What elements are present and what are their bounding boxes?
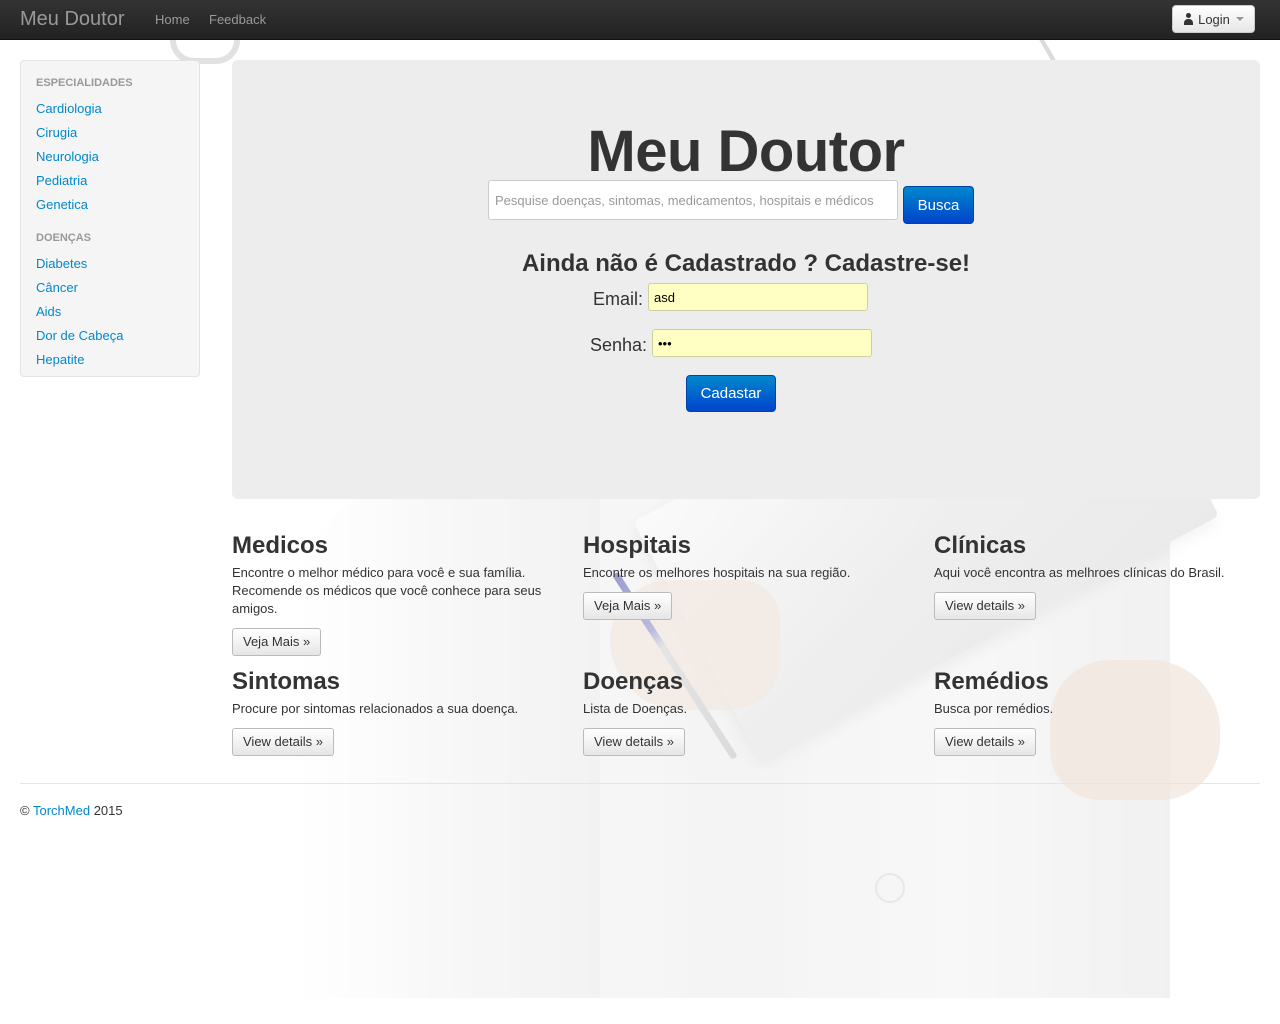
feature-text: Busca por remédios. (934, 701, 1054, 716)
feature-medicos: Medicos Encontre o melhor médico para vo… (232, 532, 562, 656)
feature-hospitais-button[interactable]: Veja Mais » (583, 592, 673, 620)
feature-text: Encontre os melhores hospitais na sua re… (583, 565, 851, 580)
feature-clinicas: Clínicas Aqui você encontra as melhroes … (934, 532, 1264, 620)
feature-title: Sintomas (232, 668, 341, 695)
search-input[interactable] (488, 180, 898, 220)
sidebar-item-cirugia[interactable]: Cirugia (36, 121, 199, 145)
sidebar-item-aids[interactable]: Aids (36, 300, 199, 324)
email-field[interactable] (648, 283, 868, 311)
feature-remedios-button[interactable]: View details » (934, 728, 1036, 756)
hero-unit: Meu Doutor Busca Ainda não é Cadastrado … (232, 60, 1260, 499)
password-field[interactable] (652, 329, 872, 357)
feature-title: Doenças (583, 668, 684, 695)
feature-title: Medicos (232, 532, 329, 559)
login-dropdown-button[interactable]: Login (1172, 5, 1255, 33)
feature-sintomas-button[interactable]: View details » (232, 728, 334, 756)
signup-heading: Ainda não é Cadastrado ? Cadastre-se! (521, 250, 971, 277)
hero-title: Meu Doutor (587, 119, 905, 184)
sidebar-header-doencas: DOENÇAS (36, 232, 92, 244)
sidebar-item-genetica[interactable]: Genetica (36, 193, 199, 217)
sidebar-item-diabetes[interactable]: Diabetes (36, 252, 199, 276)
sidebar-item-dor-de-cabeca[interactable]: Dor de Cabeça (36, 324, 199, 348)
register-button[interactable]: Cadastar (686, 375, 776, 412)
footer: © TorchMed 2015 (20, 803, 123, 818)
feature-sintomas: Sintomas Procure por sintomas relacionad… (232, 668, 562, 756)
sidebar-nav: ESPECIALIDADES Cardiologia Cirugia Neuro… (20, 60, 200, 377)
feature-doencas-button[interactable]: View details » (583, 728, 685, 756)
feature-text: Procure por sintomas relacionados a sua … (232, 701, 519, 716)
feature-title: Hospitais (583, 532, 692, 559)
feature-remedios: Remédios Busca por remédios. View detail… (934, 668, 1264, 756)
torchmed-link[interactable]: TorchMed (33, 803, 90, 818)
nav-home-link[interactable]: Home (155, 12, 190, 27)
copyright-symbol: © (20, 803, 30, 818)
sidebar-item-neurologia[interactable]: Neurologia (36, 145, 199, 169)
nav-feedback-link[interactable]: Feedback (209, 12, 266, 27)
login-label: Login (1198, 11, 1230, 27)
sidebar-item-hepatite[interactable]: Hepatite (36, 348, 199, 372)
user-icon (1183, 13, 1194, 25)
top-navbar: Meu Doutor Home Feedback Login (0, 0, 1280, 40)
feature-title: Remédios (934, 668, 1049, 695)
sidebar-item-cardiologia[interactable]: Cardiologia (36, 97, 199, 121)
feature-clinicas-button[interactable]: View details » (934, 592, 1036, 620)
password-label: Senha: (590, 335, 648, 355)
sidebar-header-especialidades: ESPECIALIDADES (36, 77, 133, 89)
email-label: Email: (593, 289, 644, 309)
caret-down-icon (1235, 17, 1244, 21)
feature-medicos-button[interactable]: Veja Mais » (232, 628, 322, 656)
feature-hospitais: Hospitais Encontre os melhores hospitais… (583, 532, 913, 620)
feature-title: Clínicas (934, 532, 1027, 559)
footer-year: 2015 (93, 803, 123, 818)
feature-text: Encontre o melhor médico para você e sua… (232, 565, 542, 616)
brand-link[interactable]: Meu Doutor (20, 8, 125, 31)
search-button[interactable]: Busca (903, 186, 974, 224)
feature-doencas: Doenças Lista de Doenças. View details » (583, 668, 913, 756)
footer-divider (20, 783, 1260, 784)
feature-text: Lista de Doenças. (583, 701, 688, 716)
feature-text: Aqui você encontra as melhroes clínicas … (934, 565, 1225, 580)
sidebar-item-cancer[interactable]: Câncer (36, 276, 199, 300)
sidebar-item-pediatria[interactable]: Pediatria (36, 169, 199, 193)
